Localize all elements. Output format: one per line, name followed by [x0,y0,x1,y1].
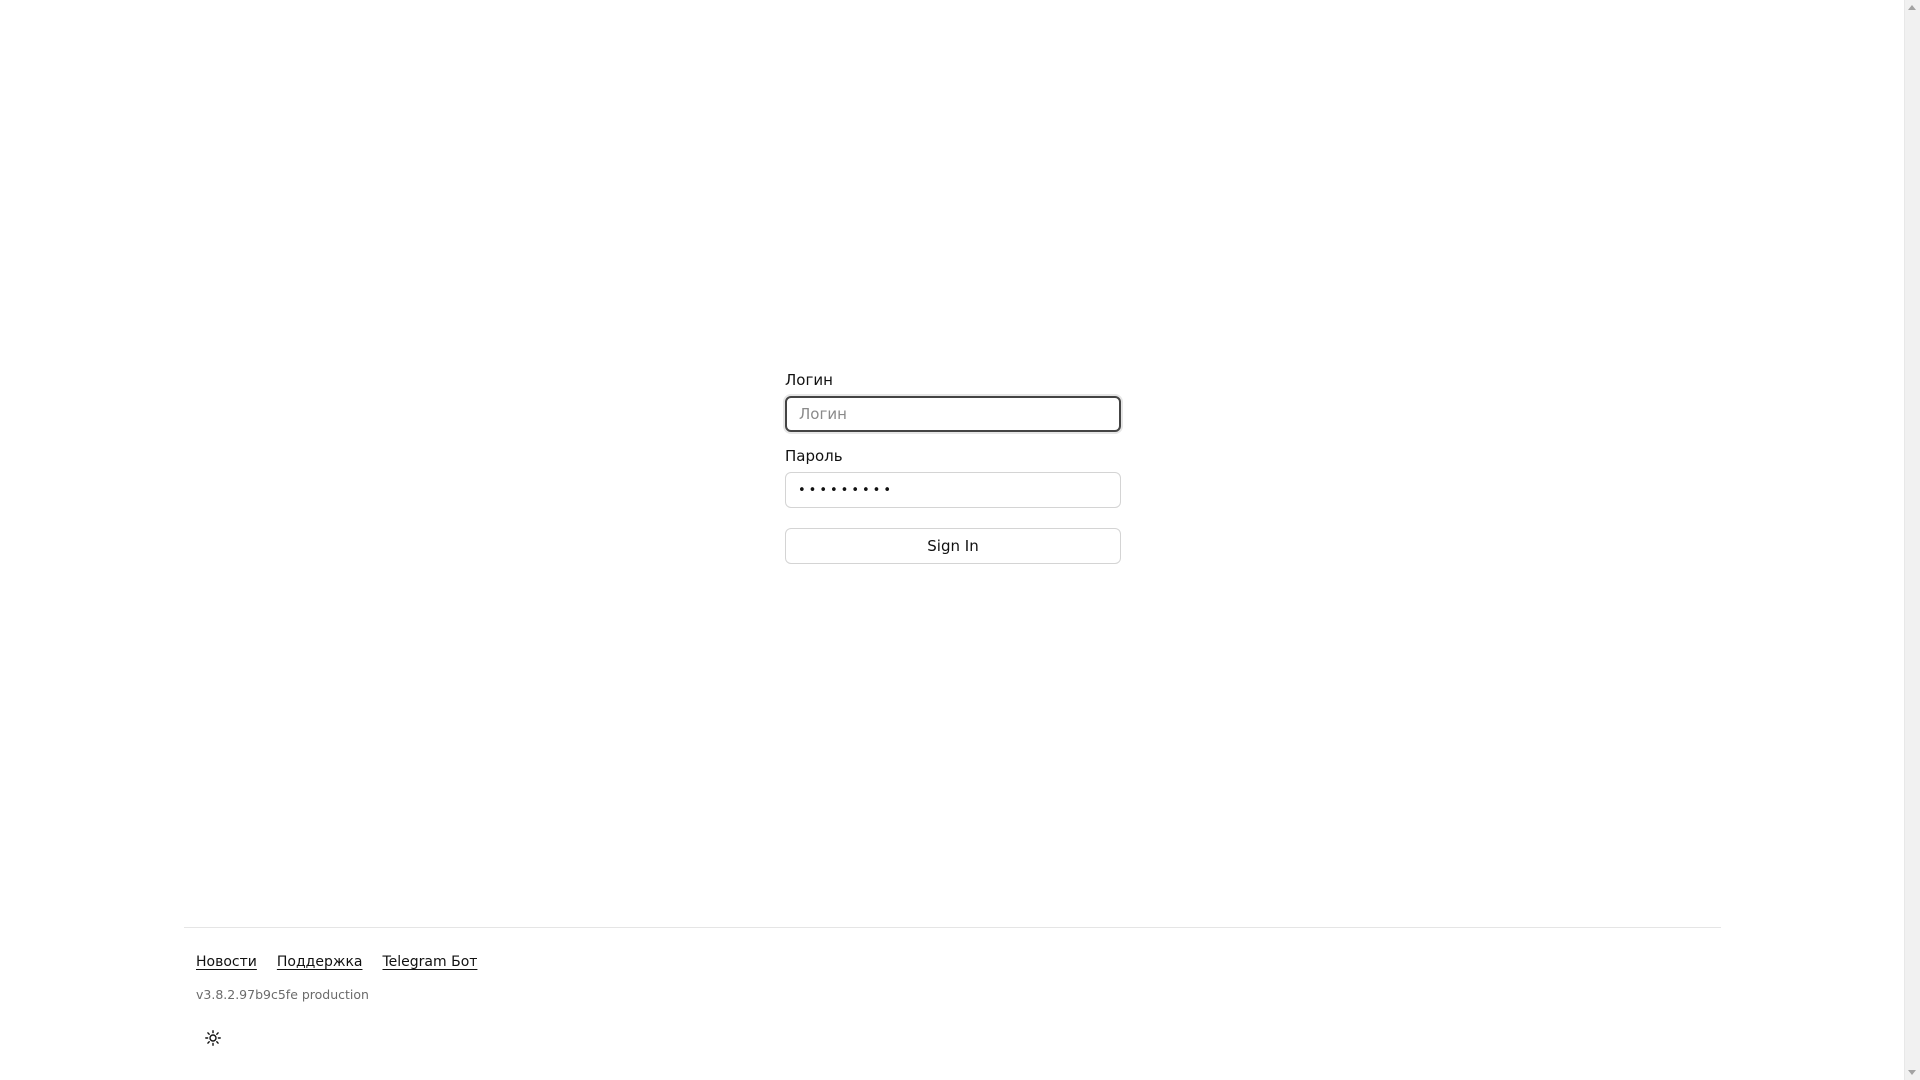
scroll-up-arrow-icon[interactable] [1908,5,1916,10]
theme-toggle-button[interactable] [202,1027,224,1049]
password-field-group: Пароль [785,446,1121,508]
username-input[interactable] [785,396,1121,432]
vertical-scrollbar[interactable] [1904,0,1920,1080]
password-label: Пароль [785,447,843,465]
footer-divider [184,927,1721,928]
footer-link-news[interactable]: Новости [196,952,257,972]
sun-icon [205,1030,221,1046]
footer-links: Новости Поддержка Telegram Бот [196,952,477,972]
scroll-down-arrow-icon[interactable] [1908,1070,1916,1075]
footer-link-telegram-bot[interactable]: Telegram Бот [382,952,477,972]
version-text: v3.8.2.97b9c5fe production [196,987,369,1002]
login-page: Логин Пароль Sign In Новости Поддержка T… [0,0,1920,1080]
username-label: Логин [785,371,833,389]
sign-in-button[interactable]: Sign In [785,528,1121,564]
login-form: Логин Пароль Sign In [785,370,1121,564]
password-input[interactable] [785,472,1121,508]
footer-link-support[interactable]: Поддержка [277,952,363,972]
username-field-group: Логин [785,370,1121,432]
